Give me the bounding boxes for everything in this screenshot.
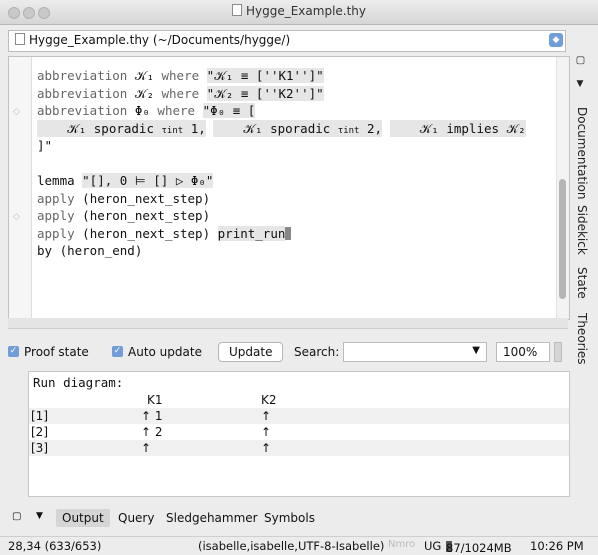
code-line: 𝒦₁ implies 𝒦₂ — [389, 119, 526, 137]
chevron-down-icon[interactable]: ▼ — [472, 345, 480, 356]
document-icon — [231, 4, 242, 16]
clock: 10:26 PM — [530, 539, 584, 553]
dropdown-arrows-icon[interactable]: ◆ — [549, 33, 563, 47]
zoom-stepper[interactable] — [554, 342, 562, 362]
tab-sledgehammer[interactable]: Sledgehammer — [166, 511, 258, 525]
tab-output[interactable]: Output — [56, 509, 110, 527]
header-k2: K2 — [261, 393, 277, 407]
header-k1: K1 — [147, 393, 163, 407]
code-line: abbreviation 𝒦₂ where "𝒦₂ ≡ [''K2'']" — [37, 85, 324, 101]
dock-float-icon[interactable]: ▢ — [575, 55, 586, 66]
code-editor[interactable]: ◇ ◇ abbreviation 𝒦₁ where "𝒦₁ ≡ [''K1'']… — [8, 56, 570, 320]
tab-theories[interactable]: Theories — [575, 313, 589, 365]
buffer-label: Hygge_Example.thy (~/Documents/hygge/) — [15, 33, 290, 47]
code-line: 𝒦₁ sporadic τint 1, — [37, 119, 206, 137]
dock-menu-icon[interactable]: ▼ — [575, 79, 585, 89]
code-line: abbreviation Φ₀ where "Φ₀ ≡ [ — [37, 103, 256, 118]
table-row: [3] ↑ ↑ — [29, 440, 569, 456]
tab-symbols[interactable]: Symbols — [264, 511, 315, 525]
update-button[interactable]: Update — [218, 342, 284, 362]
tab-query[interactable]: Query — [118, 511, 154, 525]
code-text: abbreviation 𝒦₁ where "𝒦₁ ≡ [''K1'']" ab… — [37, 67, 526, 260]
tab-sidekick[interactable]: Sidekick — [575, 205, 589, 255]
run-diagram-title: Run diagram: — [33, 375, 124, 390]
tab-documentation[interactable]: Documentation — [575, 107, 589, 200]
right-dock: ▢ ▼ Documentation Sidekick State Theorie… — [569, 55, 598, 400]
code-line: abbreviation 𝒦₁ where "𝒦₁ ≡ [''K1'']" — [37, 68, 324, 83]
bottom-dock-tabs: ▢ ▼ Output Query Sledgehammer Symbols — [8, 507, 568, 531]
fold-marker-icon[interactable]: ◇ — [13, 212, 20, 222]
buffer-selector[interactable]: Hygge_Example.thy (~/Documents/hygge/) ◆ — [8, 30, 566, 52]
auto-update-label: Auto update — [128, 345, 202, 359]
search-label: Search: — [294, 345, 340, 359]
code-line: apply (heron_next_step) — [37, 190, 211, 206]
table-row: [2] ↑ 2 ↑ — [31, 425, 272, 439]
proof-state-label: Proof state — [24, 345, 89, 359]
code-line: by (heron_end) — [37, 243, 143, 258]
table-header: K1 K2 — [29, 392, 569, 408]
window-title: Hygge_Example.thy — [0, 4, 598, 18]
code-line: ]" — [37, 138, 53, 153]
output-panel: Run diagram: K1 K2 [1] ↑ 1 ↑ [2] ↑ 2 ↑ [… — [28, 371, 570, 497]
tab-state[interactable]: State — [575, 267, 589, 299]
fold-marker-icon[interactable]: ◇ — [13, 107, 20, 117]
output-toolbar: ✓ Proof state ✓ Auto update Update Searc… — [8, 340, 568, 364]
text-cursor — [285, 226, 292, 240]
scrollbar-thumb[interactable] — [559, 179, 566, 299]
title-bar: Hygge_Example.thy — [0, 0, 598, 25]
document-icon — [15, 33, 25, 45]
code-line: apply (heron_next_step) — [37, 208, 211, 223]
proof-state-checkbox[interactable]: ✓ — [8, 346, 19, 357]
caret-position: 28,34 (633/653) — [8, 539, 102, 553]
ug-indicator: UG — [424, 539, 442, 553]
editor-scrollbar[interactable] — [556, 57, 569, 319]
auto-update-checkbox[interactable]: ✓ — [112, 346, 123, 357]
status-bar: 28,34 (633/653) (isabelle,isabelle,UTF-8… — [0, 536, 598, 555]
dock-float-icon[interactable]: ▢ — [12, 511, 21, 522]
code-line: lemma "[], 0 ⊨ [] ▷ Φ₀" — [37, 173, 214, 188]
status-flags: Nmro — [388, 539, 416, 550]
code-line: 𝒦₁ sporadic τint 2, — [213, 119, 383, 137]
search-input[interactable]: ▼ — [343, 342, 487, 362]
panel-splitter[interactable] — [8, 318, 568, 329]
code-line: apply (heron_next_step) print_run — [37, 225, 526, 243]
editor-gutter: ◇ ◇ — [9, 57, 32, 319]
dock-menu-icon[interactable]: ▼ — [36, 511, 43, 521]
zoom-field[interactable]: 100% — [496, 342, 550, 362]
table-row: [1] ↑ 1 ↑ — [29, 408, 569, 424]
buffer-mode: (isabelle,isabelle,UTF-8-Isabelle) — [198, 539, 385, 553]
